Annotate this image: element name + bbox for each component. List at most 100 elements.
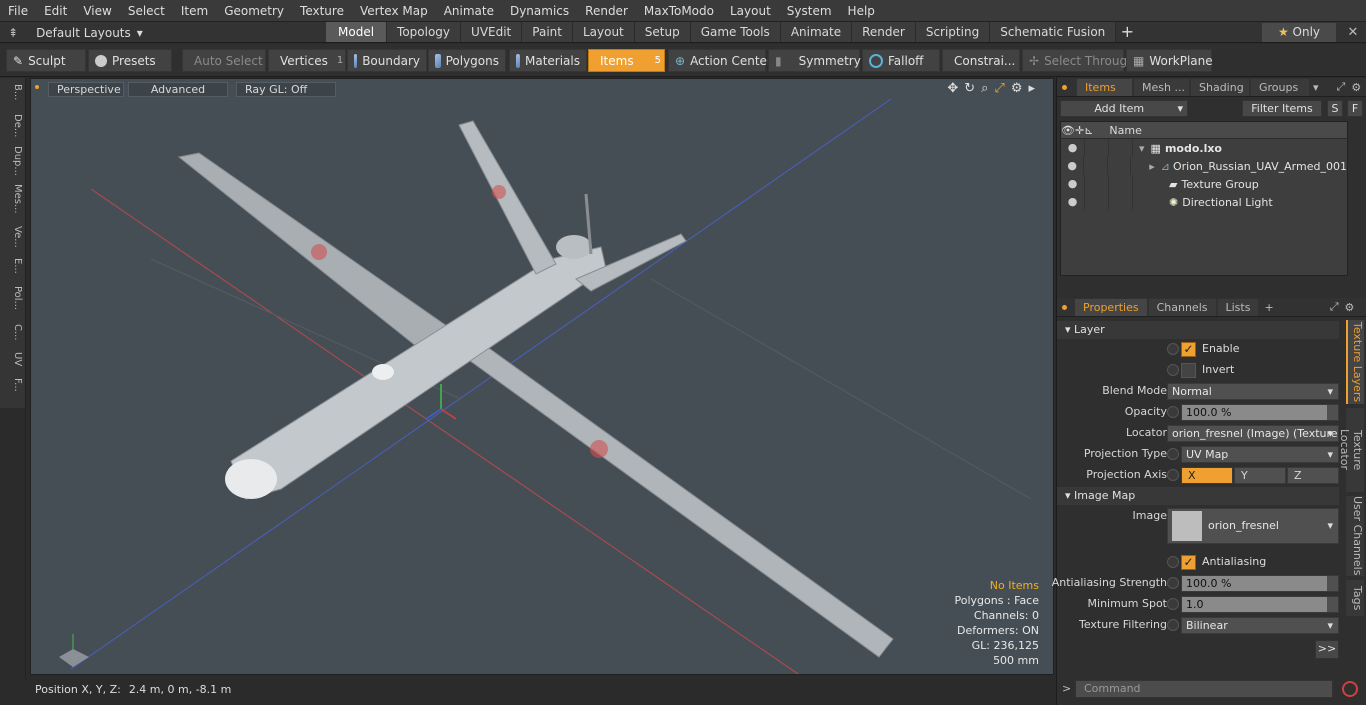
blend-mode-select[interactable]: Normal bbox=[1167, 383, 1339, 400]
gear-icon[interactable]: ⚙ bbox=[1011, 81, 1023, 96]
raygl-button[interactable]: Ray GL: Off bbox=[236, 82, 336, 97]
menu-maxtomodo[interactable]: MaxToModo bbox=[636, 0, 722, 22]
side-tab-texture-layers[interactable]: Texture Layers bbox=[1346, 320, 1364, 404]
tab-shading[interactable]: Shading bbox=[1191, 78, 1249, 96]
left-tab-uv[interactable]: UV bbox=[3, 352, 23, 366]
zoom-icon[interactable]: ⌕ bbox=[981, 81, 988, 96]
menu-animate[interactable]: Animate bbox=[436, 0, 502, 22]
chevron-down-icon[interactable]: ▾ bbox=[1313, 81, 1319, 94]
axis-x-button[interactable]: X bbox=[1181, 467, 1233, 484]
layout-selector[interactable]: ⇞ Default Layouts ▾ bbox=[8, 22, 143, 43]
sculpt-button[interactable]: ✎ Sculpt bbox=[6, 49, 86, 72]
side-tab-user-channels[interactable]: User Channels bbox=[1346, 496, 1364, 576]
close-icon[interactable]: ✕ bbox=[1340, 22, 1366, 43]
item-row-texture-group[interactable]: ● ▰ Texture Group bbox=[1061, 175, 1347, 193]
menu-edit[interactable]: Edit bbox=[36, 0, 75, 22]
aa-strength-slider[interactable]: 100.0 % bbox=[1181, 575, 1339, 592]
axis-y-button[interactable]: Y bbox=[1234, 467, 1286, 484]
tab-schematic-fusion[interactable]: Schematic Fusion bbox=[990, 22, 1117, 42]
gear-icon[interactable]: ⚙ bbox=[1351, 81, 1361, 94]
polygons-button[interactable]: Polygons bbox=[428, 49, 506, 72]
left-tab-b[interactable]: B... bbox=[3, 84, 23, 100]
item-row-mesh[interactable]: ● ▸ ⊿ Orion_Russian_UAV_Armed_001 bbox=[1061, 157, 1347, 175]
menu-vertex-map[interactable]: Vertex Map bbox=[352, 0, 436, 22]
left-tab-e[interactable]: E... bbox=[3, 258, 23, 274]
eye-icon[interactable]: ● bbox=[1061, 139, 1085, 157]
expand-icon[interactable]: ⤢ bbox=[1330, 300, 1339, 314]
action-center-button[interactable]: ⊕ Action Center bbox=[668, 49, 772, 72]
move-icon[interactable]: ✥ bbox=[947, 81, 958, 96]
eye-icon[interactable]: ● bbox=[1061, 193, 1085, 211]
item-row-light[interactable]: ● ✺ Directional Light bbox=[1061, 193, 1347, 211]
tab-groups[interactable]: Groups bbox=[1251, 78, 1309, 96]
expand-icon[interactable]: ⤢ bbox=[1337, 80, 1346, 94]
left-tab-f[interactable]: F... bbox=[3, 378, 23, 392]
tab-lists[interactable]: Lists bbox=[1217, 298, 1259, 316]
image-map-section-header[interactable]: ▾ Image Map bbox=[1057, 487, 1339, 505]
menu-render[interactable]: Render bbox=[577, 0, 636, 22]
projection-type-select[interactable]: UV Map bbox=[1181, 446, 1339, 463]
s-button[interactable]: S bbox=[1327, 100, 1343, 117]
vertices-button[interactable]: Vertices 1 bbox=[268, 49, 346, 72]
locator-select[interactable]: orion_fresnel (Image) (Texture) bbox=[1167, 425, 1339, 442]
symmetry-button[interactable]: ▮ Symmetry bbox=[768, 49, 861, 72]
falloff-button[interactable]: Falloff bbox=[862, 49, 940, 72]
workplane-button[interactable]: ▦ WorkPlane bbox=[1126, 49, 1213, 72]
constraints-button[interactable]: Constrai... bbox=[942, 49, 1020, 72]
materials-button[interactable]: Materials bbox=[509, 49, 587, 72]
rotate-icon[interactable]: ↻ bbox=[964, 81, 975, 96]
tab-layout[interactable]: Layout bbox=[572, 22, 635, 42]
only-toggle[interactable]: ★ Only bbox=[1262, 23, 1336, 42]
gear-icon[interactable]: ⚙ bbox=[1345, 301, 1355, 314]
left-tab-c[interactable]: C... bbox=[3, 324, 23, 341]
side-tab-tags[interactable]: Tags bbox=[1346, 580, 1364, 616]
menu-view[interactable]: View bbox=[75, 0, 119, 22]
auto-select-button[interactable]: Auto Select bbox=[182, 49, 266, 72]
command-input[interactable]: Command bbox=[1075, 680, 1333, 698]
menu-help[interactable]: Help bbox=[840, 0, 883, 22]
tab-game-tools[interactable]: Game Tools bbox=[690, 22, 781, 42]
menu-system[interactable]: System bbox=[779, 0, 840, 22]
tab-topology[interactable]: Topology bbox=[387, 22, 462, 42]
3d-viewport[interactable]: Perspective Advanced Ray GL: Off ✥ ↻ ⌕ ⤢… bbox=[30, 78, 1054, 675]
filtering-select[interactable]: Bilinear bbox=[1181, 617, 1339, 634]
filter-items-button[interactable]: Filter Items bbox=[1242, 100, 1322, 117]
boundary-button[interactable]: Boundary bbox=[347, 49, 427, 72]
menu-geometry[interactable]: Geometry bbox=[216, 0, 292, 22]
tab-properties[interactable]: Properties bbox=[1075, 298, 1147, 316]
tab-paint[interactable]: Paint bbox=[522, 22, 573, 42]
tab-setup[interactable]: Setup bbox=[634, 22, 691, 42]
add-tab-button[interactable]: + bbox=[1116, 22, 1138, 43]
viewport-scene[interactable] bbox=[31, 79, 1054, 675]
menu-item[interactable]: Item bbox=[173, 0, 216, 22]
view-perspective-button[interactable]: Perspective bbox=[48, 82, 124, 97]
menu-file[interactable]: File bbox=[0, 0, 36, 22]
expand-arrow-icon[interactable]: ▸ bbox=[1149, 160, 1155, 173]
select-through-button[interactable]: ✢ Select Through bbox=[1022, 49, 1135, 72]
left-tab-pol[interactable]: Pol... bbox=[3, 286, 23, 310]
more-button[interactable]: >> bbox=[1315, 640, 1339, 659]
left-tab-dup[interactable]: Dup... bbox=[3, 146, 23, 176]
tab-model[interactable]: Model bbox=[326, 22, 388, 42]
layer-section-header[interactable]: ▾ Layer bbox=[1057, 321, 1339, 339]
play-icon[interactable]: ▸ bbox=[1028, 81, 1035, 96]
maximize-icon[interactable]: ⤢ bbox=[994, 81, 1004, 96]
eye-icon[interactable]: ● bbox=[1061, 175, 1085, 193]
tab-animate[interactable]: Animate bbox=[780, 22, 853, 42]
menu-layout[interactable]: Layout bbox=[722, 0, 779, 22]
left-tab-mes[interactable]: Mes... bbox=[3, 184, 23, 214]
tab-scripting[interactable]: Scripting bbox=[915, 22, 991, 42]
invert-checkbox[interactable] bbox=[1181, 363, 1196, 378]
menu-dynamics[interactable]: Dynamics bbox=[502, 0, 577, 22]
menu-select[interactable]: Select bbox=[120, 0, 173, 22]
eye-icon[interactable]: ● bbox=[1061, 157, 1085, 175]
item-row-scene[interactable]: ● ▾ ▦ modo.lxo bbox=[1061, 139, 1347, 157]
antialiasing-checkbox[interactable]: ✓ bbox=[1181, 555, 1196, 570]
min-spot-slider[interactable]: 1.0 bbox=[1181, 596, 1339, 613]
image-select[interactable]: orion_fresnel bbox=[1167, 508, 1339, 544]
axis-z-button[interactable]: Z bbox=[1287, 467, 1339, 484]
side-tab-texture-locator[interactable]: Texture Locator bbox=[1338, 408, 1364, 492]
expand-arrow-icon[interactable]: ▾ bbox=[1139, 142, 1145, 155]
menu-texture[interactable]: Texture bbox=[292, 0, 352, 22]
items-button[interactable]: Items 5 bbox=[588, 49, 665, 72]
